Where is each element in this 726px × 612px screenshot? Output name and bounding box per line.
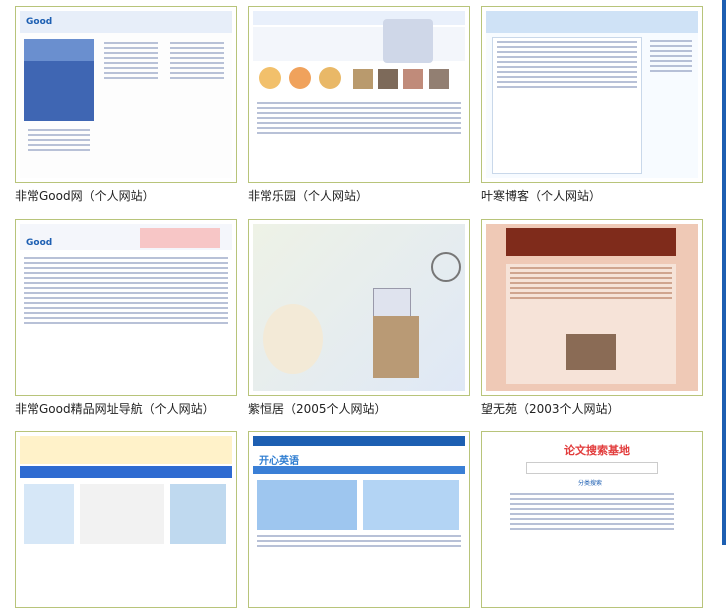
kaixin-logo-text: 开心英语 bbox=[259, 456, 299, 467]
lunwen-title-text: 论文搜索基地 bbox=[564, 444, 630, 457]
item-caption[interactable]: 非常Good网（个人网站） bbox=[15, 187, 237, 204]
site-thumbnail[interactable]: Good bbox=[15, 219, 237, 396]
site-thumbnail[interactable]: Good bbox=[15, 6, 237, 183]
item-caption[interactable]: 非常Good精品网址导航（个人网站） bbox=[15, 400, 237, 417]
gallery-item-4[interactable]: Good 非常Good精品网址导航（个人网站） bbox=[15, 219, 237, 417]
gallery-item-8[interactable]: 开心英语 bbox=[248, 431, 470, 612]
item-caption[interactable]: 紫恒居（2005个人网站） bbox=[248, 400, 470, 417]
gallery-item-6[interactable]: 望无苑（2003个人网站） bbox=[481, 219, 703, 417]
page-edge-bar bbox=[722, 0, 726, 545]
lunwen-sub-text: 分类搜索 bbox=[578, 480, 603, 487]
site-thumbnail[interactable]: 开心英语 bbox=[248, 431, 470, 608]
site-thumbnail[interactable]: 论文搜索基地 分类搜索 bbox=[481, 431, 703, 608]
site-thumbnail[interactable] bbox=[481, 6, 703, 183]
item-caption[interactable]: 叶寒博客（个人网站） bbox=[481, 187, 703, 204]
gallery-item-9[interactable]: 论文搜索基地 分类搜索 bbox=[481, 431, 703, 612]
gallery-item-5[interactable]: 紫恒居（2005个人网站） bbox=[248, 219, 470, 417]
gallery-item-3[interactable]: 叶寒博客（个人网站） bbox=[481, 6, 703, 204]
item-caption[interactable]: 非常乐园（个人网站） bbox=[248, 187, 470, 204]
site-thumbnail[interactable] bbox=[248, 219, 470, 396]
gallery-item-7[interactable] bbox=[15, 431, 237, 612]
site-thumbnail[interactable] bbox=[248, 6, 470, 183]
site-thumbnail[interactable] bbox=[481, 219, 703, 396]
item-caption[interactable]: 望无苑（2003个人网站） bbox=[481, 400, 703, 417]
gallery-item-1[interactable]: Good 非常Good网（个人网站） bbox=[15, 6, 237, 204]
gallery-item-2[interactable]: 非常乐园（个人网站） bbox=[248, 6, 470, 204]
good-logo-text: Good bbox=[26, 238, 53, 248]
good-logo-text: Good bbox=[26, 17, 53, 27]
site-thumbnail[interactable] bbox=[15, 431, 237, 608]
